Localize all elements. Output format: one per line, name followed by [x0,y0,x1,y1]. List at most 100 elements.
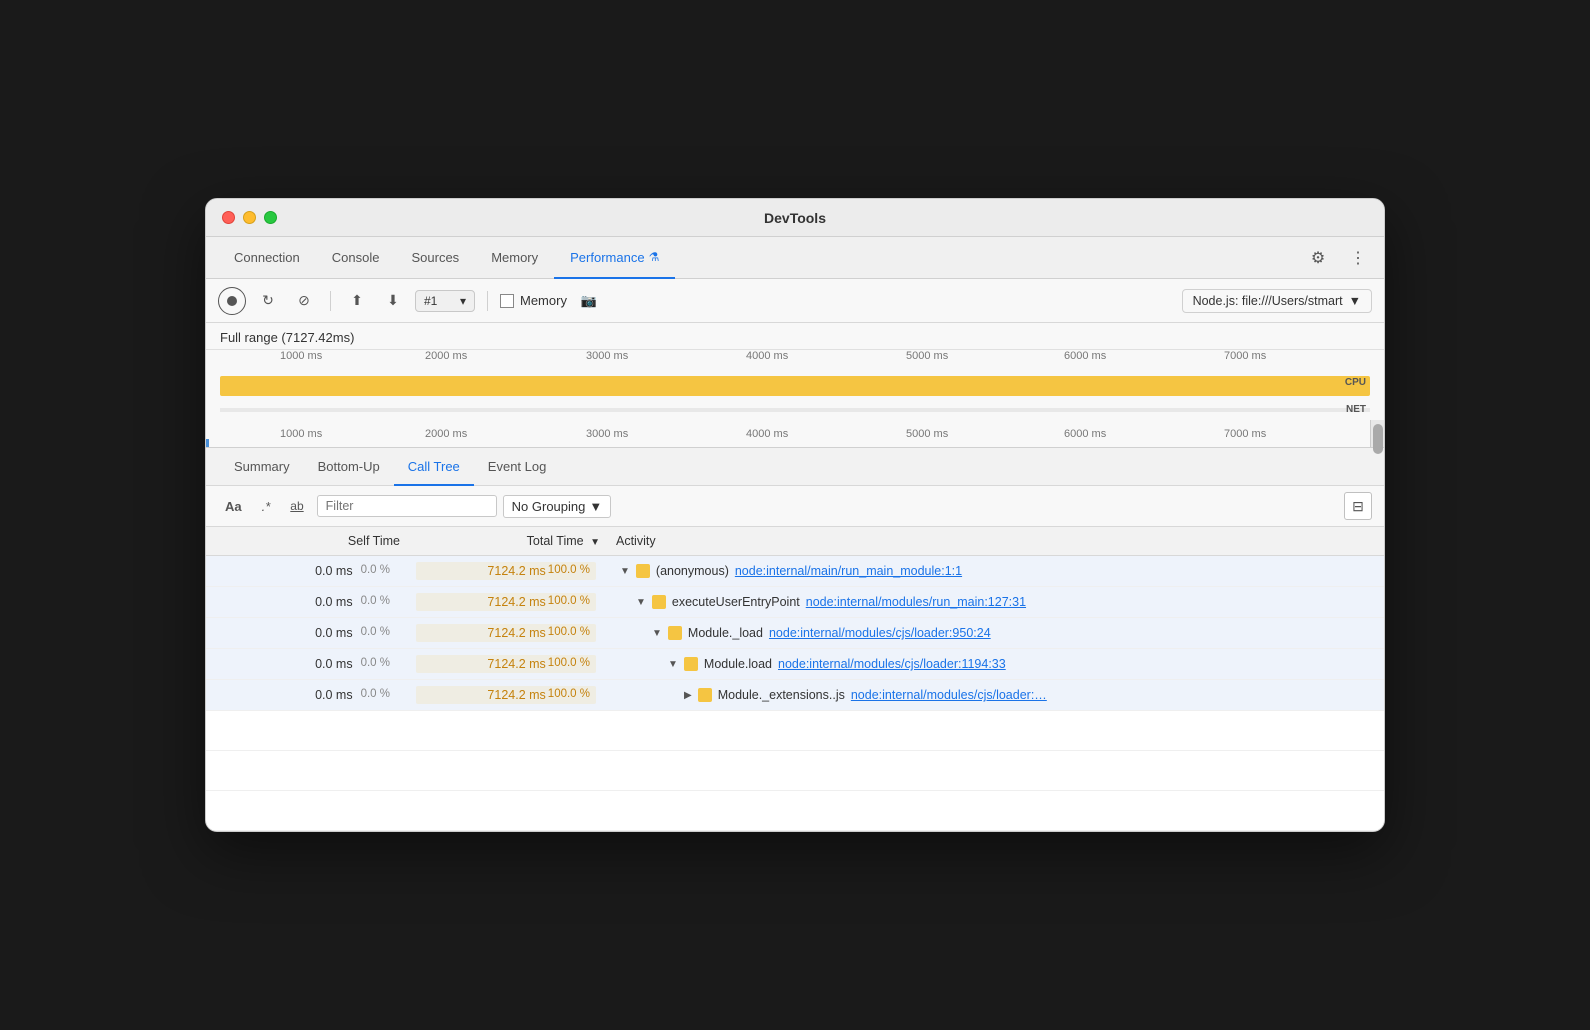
profile-label: #1 [424,294,437,308]
regex-button[interactable]: .* [255,496,278,517]
tick2-1000: 1000 ms [280,428,322,440]
divider-2 [487,291,488,311]
profile-dropdown[interactable]: #1 ▾ [415,290,475,312]
expand-arrow-0[interactable]: ▼ [620,566,630,577]
tab-summary[interactable]: Summary [220,449,304,486]
maximize-button[interactable] [264,211,277,224]
total-time-cell: 7124.2 ms 100.0 % [406,680,606,711]
tick2-4000: 4000 ms [746,428,788,440]
cpu-bar-container: CPU [206,372,1384,400]
timeline-range-header: Full range (7127.42ms) [206,323,1384,350]
expand-arrow-3[interactable]: ▼ [668,659,678,670]
target-selector[interactable]: Node.js: file:///Users/stmart ▼ [1182,289,1372,313]
tick2-5000: 5000 ms [906,428,948,440]
tab-connection[interactable]: Connection [218,237,316,279]
header-row: Self Time Total Time ▼ Activity [206,527,1384,556]
screenshot-button[interactable]: 📷 [575,287,603,315]
upload-button[interactable]: ⬆ [343,287,371,315]
table-body: 0.0 ms 0.0 % 7124.2 ms 100.0 % ▼ [206,556,1384,831]
devtools-window: DevTools Connection Console Sources Memo… [205,198,1385,832]
tab-memory[interactable]: Memory [475,237,554,279]
cpu-label: CPU [1345,377,1366,388]
grouping-label: No Grouping [512,499,586,514]
download-button[interactable]: ⬇ [379,287,407,315]
activity-icon-3 [684,657,698,671]
filter-bar: Aa .* ab No Grouping ▼ ⊟ [206,486,1384,527]
empty-row [206,711,1384,751]
whole-word-icon: ab [290,499,303,513]
window-title: DevTools [764,210,826,226]
self-time-cell: 0.0 ms 0.0 % [206,649,406,680]
record-dot-icon [227,296,237,306]
settings-button[interactable]: ⚙ [1304,244,1332,272]
upload-icon: ⬆ [351,292,363,309]
close-button[interactable] [222,211,235,224]
panel-layout-button[interactable]: ⊟ [1344,492,1372,520]
tab-performance[interactable]: Performance ⚗ [554,237,675,279]
target-label: Node.js: file:///Users/stmart [1193,294,1343,308]
tick-5000: 5000 ms [906,350,948,362]
activity-cell: ▼ Module._load node:internal/modules/cjs… [606,618,1384,649]
timeline-cursor-left [206,439,209,447]
memory-label: Memory [520,293,567,308]
expand-arrow-4[interactable]: ▶ [684,690,692,701]
case-sensitive-button[interactable]: Aa [218,496,249,517]
tick-7000: 7000 ms [1224,350,1266,362]
whole-word-button[interactable]: ab [283,496,310,516]
scrollbar[interactable] [1370,420,1384,447]
tick2-6000: 6000 ms [1064,428,1106,440]
tab-bottom-up[interactable]: Bottom-Up [304,449,394,486]
total-time-cell: 7124.2 ms 100.0 % [406,556,606,587]
camera-icon: 📷 [581,293,597,309]
tick-6000: 6000 ms [1064,350,1106,362]
more-icon: ⋮ [1350,248,1366,268]
tick2-2000: 2000 ms [425,428,467,440]
tab-call-tree[interactable]: Call Tree [394,449,474,486]
divider-1 [330,291,331,311]
total-time-cell: 7124.2 ms 100.0 % [406,649,606,680]
activity-icon-0 [636,564,650,578]
sort-desc-icon: ▼ [590,537,600,548]
performance-flask-icon: ⚗ [649,250,660,264]
activity-cell: ▶ Module._extensions..js node:internal/m… [606,680,1384,711]
net-bar [220,408,1370,412]
tab-sources[interactable]: Sources [395,237,475,279]
traffic-lights [222,211,277,224]
expand-arrow-2[interactable]: ▼ [652,628,662,639]
reload-button[interactable]: ↻ [254,287,282,315]
tick2-3000: 3000 ms [586,428,628,440]
more-menu-button[interactable]: ⋮ [1344,244,1372,272]
reload-icon: ↻ [262,292,274,309]
tab-console[interactable]: Console [316,237,396,279]
regex-icon: .* [262,499,271,514]
memory-checkbox-input[interactable] [500,294,514,308]
expand-arrow-1[interactable]: ▼ [636,597,646,608]
table-row: 0.0 ms 0.0 % 7124.2 ms 100.0 % ▼ [206,587,1384,618]
bottom-tabs: Summary Bottom-Up Call Tree Event Log [206,448,1384,486]
cpu-bar [220,376,1370,396]
total-time-cell: 7124.2 ms 100.0 % [406,618,606,649]
record-button[interactable] [218,287,246,315]
activity-header[interactable]: Activity [606,527,1384,556]
empty-row [206,751,1384,791]
memory-checkbox[interactable]: Memory [500,293,567,308]
self-time-header[interactable]: Self Time [206,527,406,556]
table-row: 0.0 ms 0.0 % 7124.2 ms 100.0 % ▼ [206,556,1384,587]
download-icon: ⬇ [387,292,399,309]
minimize-button[interactable] [243,211,256,224]
net-bar-container: NET [206,400,1384,420]
table-container: Self Time Total Time ▼ Activity [206,527,1384,831]
first-ruler: 1000 ms 2000 ms 3000 ms 4000 ms 5000 ms … [206,350,1384,372]
gear-icon: ⚙ [1311,248,1325,268]
table-row: 0.0 ms 0.0 % 7124.2 ms 100.0 % ▼ [206,649,1384,680]
tick-2000: 2000 ms [425,350,467,362]
filter-input[interactable] [317,495,497,517]
grouping-dropdown[interactable]: No Grouping ▼ [503,495,612,518]
panel-layout-icon: ⊟ [1352,498,1364,515]
clear-button[interactable]: ⊘ [290,287,318,315]
self-time-cell: 0.0 ms 0.0 % [206,680,406,711]
total-time-header[interactable]: Total Time ▼ [406,527,606,556]
activity-icon-2 [668,626,682,640]
tab-event-log[interactable]: Event Log [474,449,561,486]
target-dropdown-arrow-icon: ▼ [1349,294,1361,308]
